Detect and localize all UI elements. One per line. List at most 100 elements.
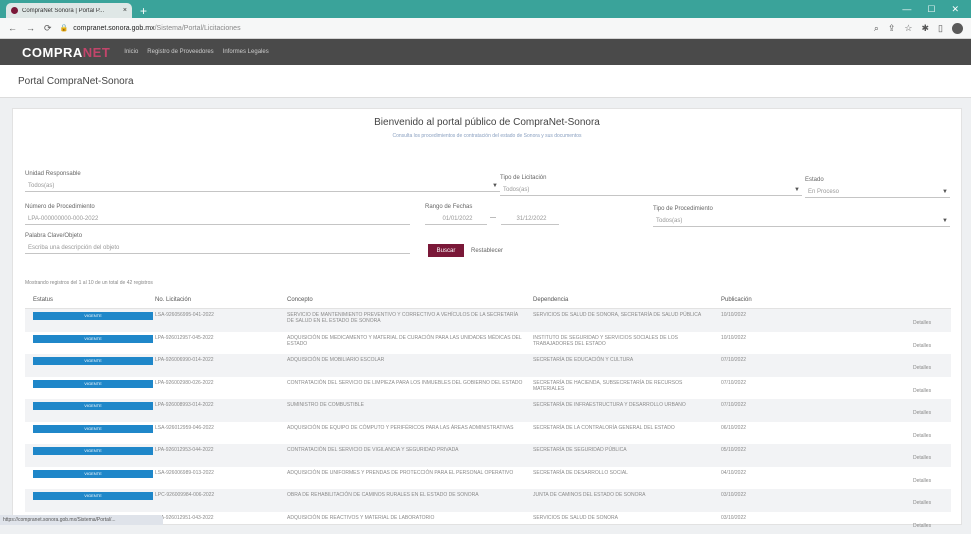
menu-item-informes-legales[interactable]: Informes Legales (223, 49, 269, 55)
share-icon[interactable]: ⇪ (888, 23, 896, 34)
tab-title: CompraNet Sonora | Portal P... (22, 8, 120, 14)
publicacion-date: 03/10/2022 (721, 492, 861, 498)
details-link[interactable]: Detalles (913, 343, 931, 349)
status-badge[interactable]: VIGENTE (33, 335, 153, 343)
status-badge[interactable]: VIGENTE (33, 357, 153, 365)
unidad-value: Todos(as) (28, 183, 492, 189)
extensions-icon[interactable]: ✱ (922, 23, 930, 34)
chevron-down-icon: ▼ (942, 189, 950, 195)
table-row: VIGENTELPA-926012953-044-2022CONTRATACIÓ… (25, 444, 951, 467)
details-link[interactable]: Detalles (913, 365, 931, 371)
menu-item-registro-proveedores[interactable]: Registro de Proveedores (147, 49, 213, 55)
new-tab-button[interactable]: + (140, 4, 147, 18)
menu-item-inicio[interactable]: Inicio (124, 49, 138, 55)
tipo-licitacion-select[interactable]: Todos(as)▼ (500, 184, 802, 196)
publicacion-date: 04/10/2022 (721, 470, 861, 476)
licitacion-number: LPA-926008993-014-2022 (155, 402, 287, 408)
fecha-fin-input[interactable]: 31/12/2022 (501, 213, 559, 225)
compranet-logo[interactable]: COMPRANET (22, 45, 110, 60)
details-link[interactable]: Detalles (913, 433, 931, 439)
status-badge[interactable]: VIGENTE (33, 447, 153, 455)
welcome-subtitle: Consulta los procedimientos de contratac… (13, 133, 961, 139)
header-publicacion[interactable]: Publicación (721, 297, 861, 303)
estado-label: Estado (805, 177, 824, 183)
palabra-clave-input[interactable]: Escriba una descripción del objeto (25, 242, 410, 254)
maximize-icon[interactable]: ☐ (927, 4, 935, 15)
table-row: VIGENTELSA-926056995-041-2022SERVICIO DE… (25, 309, 951, 332)
url-host: compranet.sonora.gob.mx (73, 25, 154, 32)
status-badge[interactable]: VIGENTE (33, 492, 153, 500)
details-link[interactable]: Detalles (913, 523, 931, 529)
status-cell: VIGENTE (25, 402, 155, 410)
table-row: VIGENTELSA-926006989-013-2022ADQUISICIÓN… (25, 467, 951, 490)
status-cell: VIGENTE (25, 335, 155, 343)
unidad-label: Unidad Responsable (25, 171, 81, 177)
publicacion-date: 06/10/2022 (721, 425, 861, 431)
licitacion-number: LPA-926012951-043-2022 (155, 515, 287, 521)
concepto-text: ADQUISICIÓN DE UNIFORMES Y PRENDAS DE PR… (287, 470, 533, 476)
search-button[interactable]: Buscar (428, 244, 464, 257)
back-icon[interactable]: ← (8, 23, 17, 34)
minimize-icon[interactable]: — (902, 4, 911, 15)
welcome-title: Bienvenido al portal público de CompraNe… (13, 117, 961, 128)
fecha-inicio-input[interactable]: 01/01/2022 (425, 213, 487, 225)
details-link[interactable]: Detalles (913, 455, 931, 461)
numero-value: LPA-000000000-000-2022 (28, 216, 410, 222)
top-menu: Inicio Registro de Proveedores Informes … (124, 49, 268, 55)
bookmark-star-icon[interactable]: ☆ (904, 23, 912, 34)
tipo-procedimiento-select[interactable]: Todos(as)▼ (653, 215, 950, 227)
status-badge[interactable]: VIGENTE (33, 312, 153, 320)
dependencia-text: SECRETARÍA DE LA CONTRALORÍA GENERAL DEL… (533, 425, 721, 431)
licitacion-number: LPA-926012953-044-2022 (155, 447, 287, 453)
profile-avatar-icon[interactable] (952, 23, 963, 34)
browser-tab[interactable]: CompraNet Sonora | Portal P... × (6, 3, 132, 18)
table-header: Estatus No. Licitación Concepto Dependen… (25, 292, 951, 309)
tipo-licitacion-label: Tipo de Licitación (500, 175, 546, 181)
zoom-icon[interactable]: ⌕ (874, 23, 879, 34)
browser-toolbar: ⌕ ⇪ ☆ ✱ ▯ (874, 23, 963, 34)
reset-button[interactable]: Restablecer (471, 244, 503, 257)
estado-select[interactable]: En Proceso▼ (805, 186, 950, 198)
publicacion-date: 10/10/2022 (721, 335, 861, 341)
dependencia-text: SERVICIOS DE SALUD DE SONORA, SECRETARÍA… (533, 312, 721, 318)
url-path: /Sistema/Portal/Licitaciones (155, 25, 241, 32)
status-badge[interactable]: VIGENTE (33, 470, 153, 478)
status-badge[interactable]: VIGENTE (33, 402, 153, 410)
dependencia-text: SERVICIOS DE SALUD DE SONORA (533, 515, 721, 521)
details-link[interactable]: Detalles (913, 320, 931, 326)
header-dependencia[interactable]: Dependencia (533, 297, 721, 303)
rango-fechas-label: Rango de Fechas (425, 204, 472, 210)
browser-tab-strip: CompraNet Sonora | Portal P... × + — ☐ ✕ (0, 0, 971, 18)
unidad-select[interactable]: Todos(as)▼ (25, 180, 500, 192)
licitacion-number: LPA-926006990-014-2022 (155, 357, 287, 363)
results-table: Estatus No. Licitación Concepto Dependen… (25, 292, 951, 534)
reload-icon[interactable]: ⟳ (44, 23, 52, 34)
numero-input[interactable]: LPA-000000000-000-2022 (25, 213, 410, 225)
results-info: Mostrando registros del 1 al 10 de un to… (25, 280, 153, 286)
concepto-text: SERVICIO DE MANTENIMIENTO PREVENTIVO Y C… (287, 312, 533, 324)
forward-icon[interactable]: → (26, 23, 35, 34)
publicacion-date: 03/10/2022 (721, 515, 861, 521)
header-concepto[interactable]: Concepto (287, 297, 533, 303)
concepto-text: CONTRATACIÓN DEL SERVICIO DE LIMPIEZA PA… (287, 380, 533, 386)
dependencia-text: SECRETARÍA DE SEGURIDAD PÚBLICA (533, 447, 721, 453)
header-estatus[interactable]: Estatus (25, 297, 155, 303)
page-title: Portal CompraNet-Sonora (0, 65, 971, 98)
status-badge[interactable]: VIGENTE (33, 380, 153, 388)
details-link[interactable]: Detalles (913, 388, 931, 394)
close-window-icon[interactable]: ✕ (951, 4, 959, 15)
url-field[interactable]: 🔒 compranet.sonora.gob.mx/Sistema/Portal… (60, 24, 241, 32)
details-link[interactable]: Detalles (913, 500, 931, 506)
details-link[interactable]: Detalles (913, 478, 931, 484)
table-row: VIGENTELPC-926009984-006-2022OBRA DE REH… (25, 489, 951, 512)
tab-close-icon[interactable]: × (123, 7, 127, 14)
details-link[interactable]: Detalles (913, 410, 931, 416)
header-no-licitacion[interactable]: No. Licitación (155, 297, 287, 303)
concepto-text: ADQUISICIÓN DE MEDICAMENTO Y MATERIAL DE… (287, 335, 533, 347)
status-badge[interactable]: VIGENTE (33, 425, 153, 433)
status-cell: VIGENTE (25, 470, 155, 478)
status-cell: VIGENTE (25, 425, 155, 433)
tipo-licitacion-value: Todos(as) (503, 187, 794, 193)
sidepanel-icon[interactable]: ▯ (938, 23, 943, 34)
dependencia-text: SECRETARÍA DE HACIENDA, SUBSECRETARÍA DE… (533, 380, 721, 392)
